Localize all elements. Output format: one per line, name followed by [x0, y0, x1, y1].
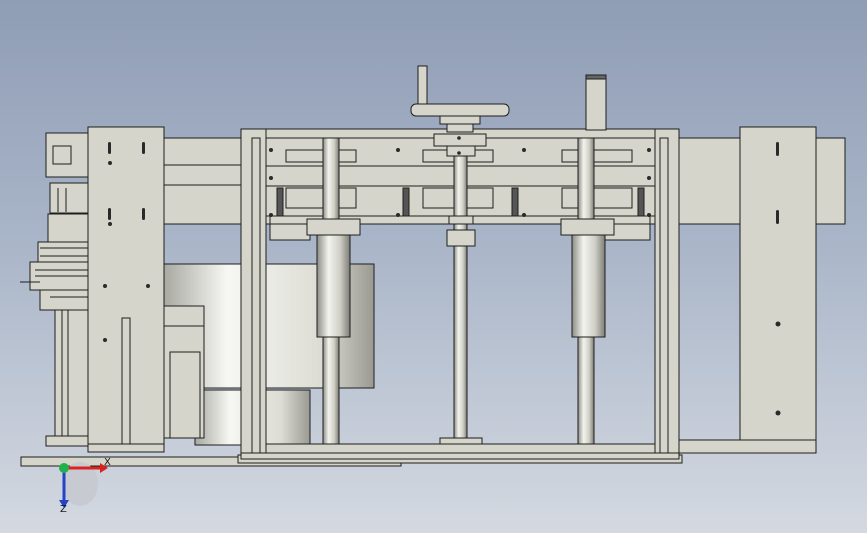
right-guide-flange: [560, 218, 615, 236]
triad-z-label: Z: [60, 504, 67, 515]
coordinate-triad: [59, 462, 108, 508]
right-side-rail: [678, 439, 817, 454]
handwheel-shaft: [417, 65, 428, 109]
machine-assembly-drawing[interactable]: [0, 0, 867, 533]
cad-viewport[interactable]: X Z: [0, 0, 867, 533]
triad-x-label: X: [104, 457, 111, 468]
left-guide-flange: [306, 218, 361, 236]
right-guide-bushing: [571, 234, 606, 338]
left-side-plate-foot: [87, 443, 165, 453]
left-side-plate-slot: [121, 317, 131, 445]
lead-screw: [453, 145, 468, 447]
right-top-post: [585, 74, 607, 131]
right-side-plate: [739, 126, 817, 448]
left-mechanism: [20, 132, 89, 447]
left-guide-bushing: [316, 234, 351, 338]
handwheel[interactable]: [410, 103, 510, 117]
